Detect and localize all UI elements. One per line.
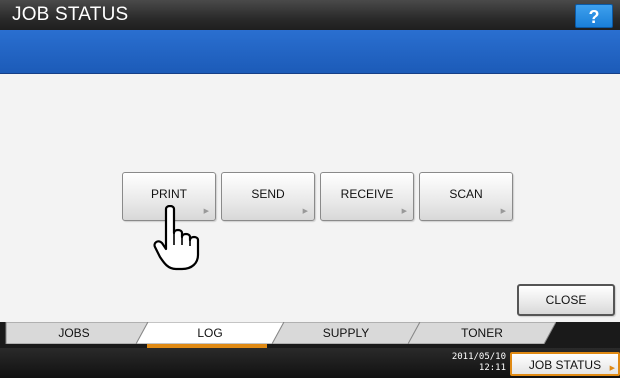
tab-supply[interactable]: SUPPLY — [272, 322, 420, 344]
status-date: 2011/05/10 — [451, 352, 506, 362]
tab-log-label: LOG — [197, 326, 223, 340]
pointing-hand-icon — [153, 205, 200, 271]
title-bar: JOB STATUS ? — [0, 0, 620, 30]
triangle-right-icon: ▶ — [302, 208, 308, 215]
tab-supply-label: SUPPLY — [322, 326, 370, 340]
tab-log[interactable]: LOG — [136, 322, 284, 344]
print-log-label: PRINT — [151, 187, 187, 201]
tab-jobs[interactable]: JOBS — [0, 322, 148, 344]
send-log-label: SEND — [251, 187, 285, 201]
tab-toner-label: TONER — [461, 326, 503, 340]
tab-toner[interactable]: TONER — [408, 322, 556, 344]
send-log-button[interactable]: SEND ▶ — [221, 172, 315, 221]
close-label: CLOSE — [545, 293, 587, 307]
date-time-display: 2011/05/10 12:11 — [448, 352, 506, 374]
triangle-right-icon: ▶ — [609, 365, 615, 372]
message-bar — [0, 30, 620, 74]
job-status-button[interactable]: JOB STATUS ▶ — [510, 352, 620, 376]
scan-log-label: SCAN — [449, 187, 483, 201]
close-button[interactable]: CLOSE — [517, 284, 615, 316]
receive-log-button[interactable]: RECEIVE ▶ — [320, 172, 414, 221]
status-time: 12:11 — [478, 363, 506, 373]
triangle-right-icon: ▶ — [500, 208, 506, 215]
scan-log-button[interactable]: SCAN ▶ — [419, 172, 513, 221]
triangle-right-icon: ▶ — [401, 208, 407, 215]
page-title: JOB STATUS — [12, 4, 129, 25]
receive-log-label: RECEIVE — [340, 187, 394, 201]
help-button[interactable]: ? — [575, 4, 613, 28]
tab-jobs-label: JOBS — [58, 326, 90, 340]
job-status-label: JOB STATUS — [528, 358, 602, 372]
tab-bar: JOBS LOG SUPPLY TONER — [0, 322, 620, 348]
screen: JOB STATUS ? PRINT ▶ SEND ▶ RECEIVE ▶ SC… — [0, 0, 620, 378]
